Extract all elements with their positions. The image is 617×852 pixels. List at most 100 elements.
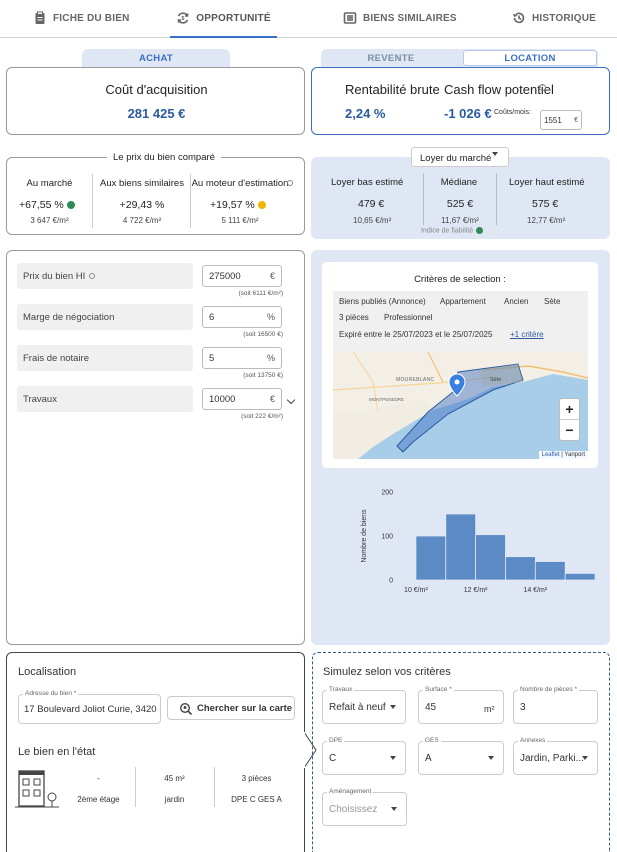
tab-bar: FICHE DU BIEN $ OPPORTUNITÉ BIENS SIMILA… xyxy=(0,0,617,38)
compare-market-sub: 3 647 €/m² xyxy=(30,216,69,225)
chevron-down-icon xyxy=(390,756,396,760)
map-search-icon xyxy=(179,702,193,716)
compare-card: Le prix du bien comparé Au marché Aux bi… xyxy=(6,152,305,235)
criteria-box: Critères de selection : Biens publiés (A… xyxy=(322,262,598,468)
cost-input-1[interactable]: 6% xyxy=(202,306,282,328)
list-icon xyxy=(343,12,357,24)
cost-input-unit: % xyxy=(266,353,275,363)
costs-value: 1551 xyxy=(544,115,562,125)
rent-median-sub: 11,67 €/m² xyxy=(441,216,479,225)
tab-biens-similaires[interactable]: BIENS SIMILAIRES xyxy=(343,0,457,36)
costs-unit: € xyxy=(574,116,578,124)
criteria-chip: Professionnel xyxy=(384,313,433,322)
toggle-revente[interactable]: REVENTE xyxy=(321,49,461,67)
chevron-down-icon xyxy=(492,152,498,156)
tab-historique[interactable]: HISTORIQUE xyxy=(512,0,596,36)
cost-label-text: Marge de négociation xyxy=(23,311,115,323)
state-floor-top: - xyxy=(97,774,100,783)
compare-engine-value: +19,57 % xyxy=(210,199,266,211)
cost-label-text: Travaux xyxy=(23,393,57,405)
attribution-text: Yanport xyxy=(564,452,585,458)
cost-input-value: 10000 xyxy=(209,393,236,405)
status-dot xyxy=(257,201,266,210)
compare-similar-value: +29,43 % xyxy=(119,199,165,211)
y-tick-label: 200 xyxy=(381,490,393,497)
histogram-bar xyxy=(475,534,506,581)
state-surface: 45 m² xyxy=(164,774,185,783)
acquisition-title: Coût d'acquisition xyxy=(105,82,208,97)
cost-input-unit: % xyxy=(266,312,275,322)
cost-input-unit: € xyxy=(269,394,275,404)
info-icon[interactable] xyxy=(539,84,546,91)
rent-dropdown[interactable]: Loyer du marché xyxy=(411,147,509,167)
refresh-money-icon: $ xyxy=(177,12,189,24)
more-criteria-link[interactable]: +1 critère xyxy=(510,330,544,339)
histogram-bar xyxy=(564,573,596,581)
criteria-chip: Sète xyxy=(544,297,561,306)
compare-market-value: +67,55 % xyxy=(19,199,75,211)
criteria-title: Critères de selection : xyxy=(414,274,506,285)
tab-opportunite[interactable]: $ OPPORTUNITÉ xyxy=(170,0,277,38)
status-dot xyxy=(66,201,75,210)
map-label: Sète xyxy=(490,377,502,383)
sim-field-unit: m² xyxy=(484,704,495,714)
state-energy: DPE C GES A xyxy=(231,795,282,804)
cost-input-2[interactable]: 5% xyxy=(202,347,282,369)
sim-field-value: Choisissez xyxy=(329,804,378,815)
chevron-down-icon xyxy=(390,705,396,709)
y-axis-label: Nombre de biens xyxy=(361,509,368,563)
rent-low-value: 479 € xyxy=(358,198,385,210)
simulate-title: Simulez selon vos critères xyxy=(323,666,451,678)
cost-input-3[interactable]: 10000 € xyxy=(202,388,282,410)
costs-input[interactable]: 1551 € xyxy=(540,110,582,130)
info-icon[interactable] xyxy=(89,273,96,279)
location-title: Localisation xyxy=(18,666,77,678)
compare-engine-sub: 5 111 €/m² xyxy=(221,216,259,225)
tab-fiche-du-bien[interactable]: FICHE DU BIEN xyxy=(33,0,130,36)
histogram-bar xyxy=(415,535,447,581)
info-icon[interactable] xyxy=(287,180,293,186)
search-map-button[interactable]: Chercher sur la carte xyxy=(167,696,295,720)
tab-label: OPPORTUNITÉ xyxy=(196,12,271,24)
cashflow-title: Cash flow potentiel xyxy=(444,82,554,97)
map-label: MOUREBLANC xyxy=(396,377,435,383)
price-histogram: 0 100 200 10 €/m² 12 €/m² 14 €/m² Nombre de bi… xyxy=(361,490,596,594)
cost-label-1: Marge de négociation xyxy=(17,304,193,330)
cost-sub-3: (soit 222 €/m²) xyxy=(241,413,283,420)
cost-label-0: Prix du bien HI xyxy=(17,263,193,289)
toggle-achat[interactable]: ACHAT xyxy=(82,49,230,67)
cost-label-text: Prix du bien HI xyxy=(23,270,86,282)
cost-label-text: Frais de notaire xyxy=(23,352,90,364)
criteria-panel: Critères de selection : Biens publiés (A… xyxy=(311,250,610,645)
zoom-out-button[interactable]: − xyxy=(560,420,579,440)
status-dot xyxy=(476,227,484,234)
sim-field-label: GES xyxy=(423,737,441,744)
state-title: Le bien en l'état xyxy=(18,746,96,758)
rent-high-label: Loyer haut estimé xyxy=(509,177,585,188)
acquisition-card: Coût d'acquisition 281 425 € xyxy=(6,67,305,135)
state-floor: 2ème étage xyxy=(77,795,120,804)
map[interactable]: MOUREBLANC Sète MONTPENEDRE + − Leaflet … xyxy=(333,352,588,459)
rent-dropdown-label: Loyer du marché xyxy=(420,153,492,164)
cost-input-0[interactable]: 275000 € xyxy=(202,265,282,287)
compare-similar-sub: 4 722 €/m² xyxy=(122,216,162,225)
acquisition-value: 281 425 € xyxy=(127,106,186,121)
divider xyxy=(496,173,497,225)
zoom-in-button[interactable]: + xyxy=(560,399,579,420)
leaflet-link[interactable]: Leaflet xyxy=(542,452,560,458)
sim-field-value: Jardin, Parki... xyxy=(520,753,584,764)
y-tick-label: 100 xyxy=(381,534,393,541)
cost-input-value: 275000 xyxy=(209,270,241,282)
compare-market-label: Au marché xyxy=(26,178,73,189)
rentability-value: 2,24 % xyxy=(345,106,386,121)
tab-label: HISTORIQUE xyxy=(532,12,597,24)
cost-sub-1: (soit 16500 €) xyxy=(243,331,283,338)
compare-title: Le prix du bien comparé xyxy=(107,152,221,163)
criteria-chip: 3 pièces xyxy=(339,313,369,322)
toggle-location[interactable]: LOCATION xyxy=(463,50,597,66)
chevron-down-icon xyxy=(488,756,494,760)
sim-field-label: Annexes xyxy=(518,737,548,744)
svg-text:$: $ xyxy=(182,16,185,22)
criteria-chips: Biens publiés (Annonce) Appartement Anci… xyxy=(333,291,588,357)
value-text: +19,57 % xyxy=(210,199,255,211)
